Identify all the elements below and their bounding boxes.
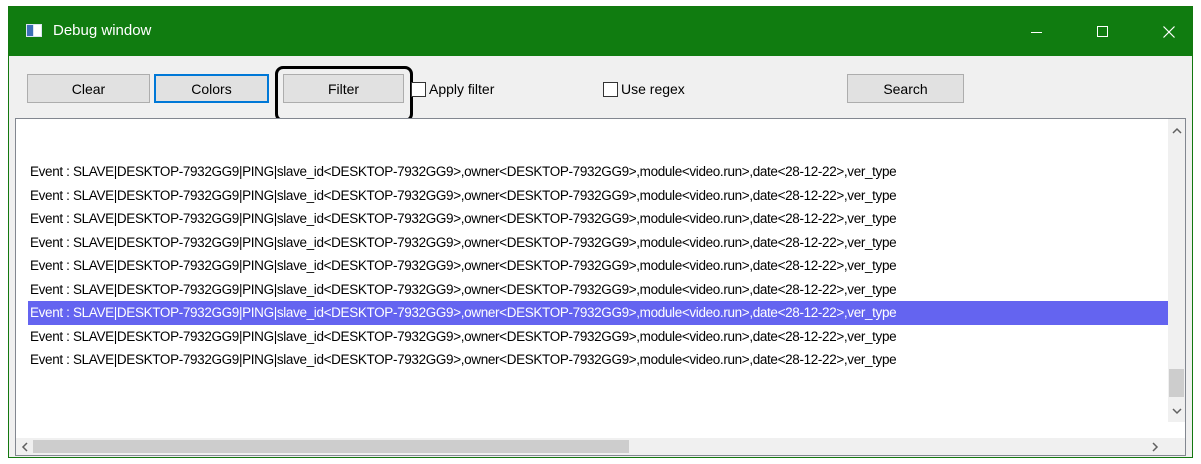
debug-window: Debug window Clear Colors Filter Apply f… bbox=[8, 6, 1193, 458]
app-window-icon bbox=[26, 24, 42, 37]
chevron-right-icon bbox=[1152, 441, 1159, 452]
scroll-right-button[interactable] bbox=[1147, 438, 1164, 455]
scroll-down-button[interactable] bbox=[1168, 403, 1185, 420]
apply-filter-checkbox[interactable]: Apply filter bbox=[411, 81, 494, 97]
title-bar[interactable]: Debug window bbox=[9, 7, 1192, 56]
log-line[interactable]: Event : SLAVE|DESKTOP-7932GG9|PING|slave… bbox=[28, 231, 1168, 255]
scroll-left-button[interactable] bbox=[16, 438, 33, 455]
use-regex-checkbox-box[interactable] bbox=[603, 81, 618, 97]
clear-button[interactable]: Clear bbox=[27, 74, 150, 103]
maximize-button[interactable] bbox=[1080, 7, 1126, 56]
chevron-up-icon bbox=[1171, 127, 1182, 134]
use-regex-checkbox[interactable]: Use regex bbox=[603, 81, 685, 97]
apply-filter-label: Apply filter bbox=[429, 81, 495, 97]
log-line[interactable]: Event : SLAVE|DESKTOP-7932GG9|PING|slave… bbox=[28, 278, 1168, 302]
colors-button[interactable]: Colors bbox=[154, 74, 269, 103]
log-line[interactable]: Event : SLAVE|DESKTOP-7932GG9|PING|slave… bbox=[28, 207, 1168, 231]
minimize-button[interactable] bbox=[1014, 7, 1060, 56]
log-line[interactable]: Event : SLAVE|DESKTOP-7932GG9|PING|slave… bbox=[28, 348, 1168, 372]
close-icon bbox=[1163, 25, 1175, 38]
log-output-panel[interactable]: Event : SLAVE|DESKTOP-7932GG9|PING|slave… bbox=[15, 118, 1186, 456]
scrollbar-corner bbox=[1166, 438, 1185, 455]
search-button[interactable]: Search bbox=[847, 74, 964, 103]
log-line[interactable]: Event : SLAVE|DESKTOP-7932GG9|PING|slave… bbox=[28, 325, 1168, 349]
vertical-scroll-thumb[interactable] bbox=[1169, 369, 1184, 397]
use-regex-label: Use regex bbox=[621, 81, 685, 97]
scroll-up-button[interactable] bbox=[1168, 122, 1185, 139]
log-line[interactable]: Event : SLAVE|DESKTOP-7932GG9|PING|slave… bbox=[28, 160, 1168, 184]
close-button[interactable] bbox=[1146, 7, 1192, 56]
horizontal-scrollbar[interactable] bbox=[16, 438, 1168, 455]
horizontal-scroll-thumb[interactable] bbox=[33, 440, 629, 453]
minimize-icon bbox=[1031, 31, 1042, 33]
maximize-icon bbox=[1097, 25, 1108, 37]
window-title: Debug window bbox=[53, 22, 152, 39]
log-line[interactable]: Event : SLAVE|DESKTOP-7932GG9|PING|slave… bbox=[28, 254, 1168, 278]
log-line[interactable]: Event : SLAVE|DESKTOP-7932GG9|PING|slave… bbox=[28, 184, 1168, 208]
log-list[interactable]: Event : SLAVE|DESKTOP-7932GG9|PING|slave… bbox=[28, 160, 1168, 372]
chevron-left-icon bbox=[21, 441, 28, 452]
filter-button[interactable]: Filter bbox=[283, 74, 404, 103]
vertical-scrollbar[interactable] bbox=[1168, 119, 1185, 422]
chevron-down-icon bbox=[1171, 408, 1182, 415]
log-line[interactable]: Event : SLAVE|DESKTOP-7932GG9|PING|slave… bbox=[28, 301, 1168, 325]
apply-filter-checkbox-box[interactable] bbox=[411, 81, 426, 97]
